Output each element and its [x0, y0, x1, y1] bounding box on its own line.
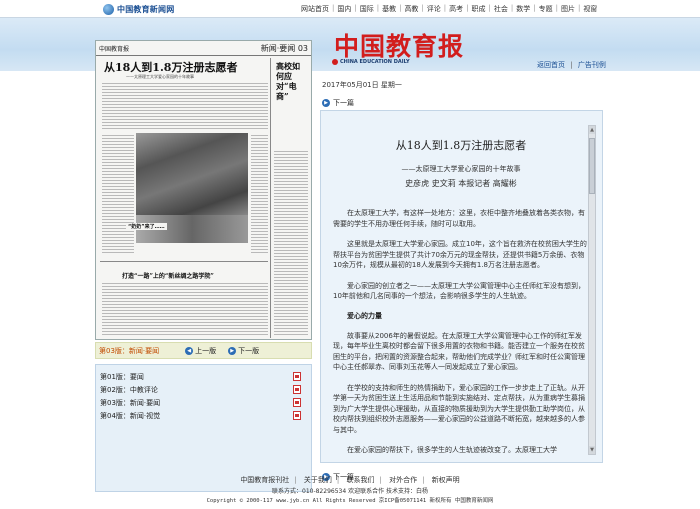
divider [100, 261, 268, 262]
pdf-icon[interactable] [293, 372, 301, 381]
site-logo-text: 中国教育新闻网 [117, 4, 175, 14]
article-paragraph: 在爱心家园的帮扶下，很多学生的人生轨迹被改变了。太原理工大学 [347, 446, 557, 454]
page-section-label: 新闻·要闻 03 [260, 44, 308, 53]
prev-page-button[interactable]: ◀ 上一版 [185, 346, 216, 356]
page-list-label[interactable]: 第01版：要闻 [100, 372, 144, 382]
footer-links: 中国教育报刊社 | 关于我们 | 联系我们 | 对外合作 | 新权声明 [240, 476, 460, 484]
article-paragraph: 在太原理工大学，有这样一处地方：这里，衣柜中整齐地叠放着各类衣物，有需要的学生不… [333, 209, 585, 228]
section-heading: 爱心的力量 [347, 311, 382, 320]
top-nav-item[interactable]: 基教 [379, 4, 399, 14]
article-paragraph: 故事要从2006年的暑假说起。在太原理工大学公寓管理中心工作的师红军发现，每年毕… [333, 331, 585, 372]
left-arrow-icon: ◀ [185, 346, 194, 355]
text-block [102, 83, 268, 131]
top-nav-item[interactable]: 高教 [401, 4, 421, 14]
pdf-icon[interactable] [293, 385, 301, 394]
footer-contact: 联系方式：010-82296534 欢迎联系合作 技术支持：白杨 [272, 488, 428, 495]
page-subheadline[interactable]: 打造“一路”上的“新丝绸之路学院” [122, 271, 214, 280]
divider [270, 58, 271, 338]
top-bar: 中国教育新闻网 网站首页 | 国内 | 国际 | 基教 | 高教 | 评论 | 高考 | 职成 | 社会 | 数学 |… [0, 0, 700, 18]
side-headline[interactable]: 高校如何应对“电商” [276, 61, 304, 101]
right-arrow-icon: ▶ [228, 346, 237, 355]
next-page-label: 下一版 [238, 346, 260, 355]
top-nav-item[interactable]: 社会 [491, 4, 511, 14]
article-subtitle: ——太原理工大学爱心家园的十年故事 [401, 165, 521, 173]
next-article-button[interactable]: ▶ 下一篇 [322, 98, 354, 108]
news-photo[interactable] [136, 133, 248, 215]
header-link-separator: | [570, 61, 573, 69]
scroll-down-icon[interactable]: ▼ [589, 446, 595, 454]
top-nav-item[interactable]: 专题 [536, 4, 556, 14]
article-panel: 从18人到1.8万注册志愿者 ——太原理工大学爱心家园的十年故事 史彦虎 史文莉… [320, 110, 603, 463]
page-masthead: 中国教育报 [99, 46, 130, 53]
footer-link[interactable]: 对外合作 [389, 476, 417, 484]
top-nav-item[interactable]: 国内 [334, 4, 354, 14]
page-headline[interactable]: 从18人到1.8万注册志愿者 [104, 59, 237, 75]
page-list-item[interactable]: 第01版：要闻 [100, 370, 307, 383]
article-paragraph: 这里就是太原理工大学爱心家园。成立10年，这个旨在救济在校贫困大学生的帮扶平台为… [333, 240, 587, 269]
article-paragraph: 在学校的支持和师生的热情捐助下，爱心家园的工作一步步走上了正轨。从开学第一天为贫… [333, 383, 585, 434]
footer-link[interactable]: 中国教育报刊社 [240, 476, 289, 484]
article-paragraph: 爱心家园的创立者之一——太原理工大学公寓管理中心主任师红军没有想到，10年前他和… [333, 281, 585, 301]
scrollbar-thumb[interactable] [589, 138, 595, 194]
top-nav-item[interactable]: 数学 [513, 4, 533, 14]
next-article-label: 下一篇 [333, 99, 354, 107]
photo-caption: “奶奶”来了…… [126, 223, 167, 230]
header-links: 返回首页 | 广告刊例 [537, 60, 606, 70]
pdf-icon[interactable] [293, 398, 301, 407]
article-byline: 史彦虎 史文莉 本报记者 高耀彬 [405, 179, 517, 188]
page-navigation: 第03版：新闻·要闻 ◀ 上一版 ▶ 下一版 [95, 342, 312, 359]
footer-link[interactable]: 关于我们 [304, 476, 332, 484]
newspaper-page-image[interactable]: 中国教育报 新闻·要闻 03 从18人到1.8万注册志愿者 ——太原理工大学爱心… [95, 40, 312, 340]
page-list-item[interactable]: 第02版：中教评论 [100, 383, 307, 396]
top-nav-item[interactable]: 评论 [424, 4, 444, 14]
page-list-label[interactable]: 第03版：新闻·要闻 [100, 398, 160, 408]
scroll-up-icon[interactable]: ▲ [589, 126, 595, 134]
article-body: 从18人到1.8万注册志愿者 ——太原理工大学爱心家园的十年故事 史彦虎 史文莉… [333, 125, 589, 456]
masthead[interactable]: 中国教育报 [334, 27, 464, 63]
footer-link[interactable]: 联系我们 [347, 476, 375, 484]
page-header: 中国教育报 新闻·要闻 03 [96, 41, 311, 56]
page-subhead: ——太原理工大学爱心家园的十年故事 [126, 74, 194, 79]
globe-icon [103, 3, 114, 15]
text-block [274, 151, 308, 337]
top-nav-item[interactable]: 高考 [446, 4, 466, 14]
article-scrollbar[interactable]: ▲ ▼ [588, 125, 596, 455]
masthead-subtitle-text: CHINA EDUCATION DAILY [340, 59, 410, 65]
next-page-button[interactable]: ▶ 下一版 [228, 346, 259, 356]
top-nav-item[interactable]: 国际 [357, 4, 377, 14]
ad-rates-link[interactable]: 广告刊例 [578, 61, 606, 69]
current-page-label: 第03版：新闻·要闻 [99, 346, 160, 355]
footer-link[interactable]: 新权声明 [432, 476, 460, 484]
right-arrow-icon: ▶ [322, 99, 330, 107]
text-block [102, 283, 268, 337]
text-block [251, 135, 268, 255]
issue-date: 2017年05月01日 星期一 [322, 81, 402, 89]
logo-dot-icon [332, 59, 338, 65]
masthead-subtitle: CHINA EDUCATION DAILY [332, 59, 410, 65]
page-list-item[interactable]: 第04版：新闻·视觉 [100, 409, 307, 422]
page-list-label[interactable]: 第04版：新闻·视觉 [100, 411, 160, 421]
home-link[interactable]: 返回首页 [537, 61, 565, 69]
page-list-item[interactable]: 第03版：新闻·要闻 [100, 396, 307, 409]
text-block [102, 135, 134, 255]
page-list: 第01版：要闻 第02版：中教评论 第03版：新闻·要闻 第04版：新闻·视觉 [95, 364, 312, 492]
prev-page-label: 上一版 [195, 346, 217, 355]
top-nav-item[interactable]: 网站首页 [298, 4, 332, 14]
top-nav-item[interactable]: 职成 [469, 4, 489, 14]
footer-copyright: Copyright © 2000-117 www.jyb.cn All Righ… [206, 498, 494, 504]
top-nav-item[interactable]: 视窗 [580, 4, 600, 14]
page-list-label[interactable]: 第02版：中教评论 [100, 385, 158, 395]
top-nav: 网站首页 | 国内 | 国际 | 基教 | 高教 | 评论 | 高考 | 职成 | 社会 | 数学 | 专题 | 图片 | 视窗 [298, 4, 600, 14]
article-title: 从18人到1.8万注册志愿者 [395, 139, 527, 152]
pdf-icon[interactable] [293, 411, 301, 420]
site-logo[interactable]: 中国教育新闻网 [103, 3, 174, 15]
top-nav-item[interactable]: 图片 [558, 4, 578, 14]
